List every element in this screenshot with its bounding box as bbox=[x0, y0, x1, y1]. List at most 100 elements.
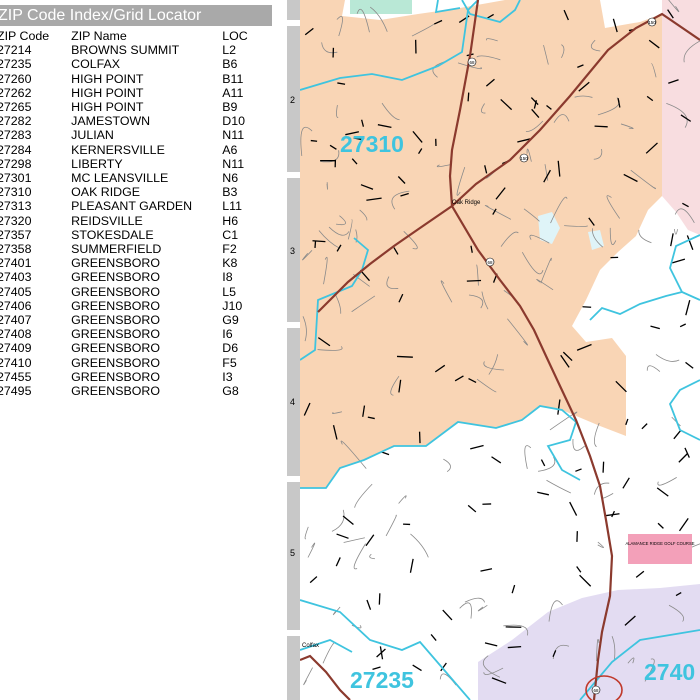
street-name bbox=[466, 279, 482, 282]
index-row: 27403 GREENSBORO I8 bbox=[0, 270, 288, 284]
zip-code-cell: 27358 bbox=[0, 242, 32, 257]
ruler-notch bbox=[287, 20, 300, 26]
grid-loc-cell: F5 bbox=[222, 355, 237, 370]
grid-row-label: 2 bbox=[290, 95, 296, 105]
zip-code-cell: 27214 bbox=[0, 43, 32, 58]
index-row: 27410 GREENSBORO F5 bbox=[0, 356, 288, 370]
zip-name-cell: GREENSBORO bbox=[71, 298, 160, 313]
zip-code-cell: 27235 bbox=[0, 57, 32, 72]
grid-loc-cell: N11 bbox=[222, 128, 245, 143]
street-name bbox=[310, 139, 318, 142]
index-row: 27406 GREENSBORO J10 bbox=[0, 299, 288, 313]
zip-name-cell: GREENSBORO bbox=[71, 284, 160, 299]
index-row: 27298 LIBERTY N11 bbox=[0, 157, 288, 171]
highway-shield-label: 150 bbox=[520, 156, 528, 161]
grid-loc-cell: K8 bbox=[222, 256, 238, 271]
zip-name-cell: GREENSBORO bbox=[71, 313, 160, 328]
map-canvas: ALAMANCE RIDGE GOLF COURSE 68 150 68 150… bbox=[300, 0, 700, 700]
index-title: ZIP Code Index/Grid Locator bbox=[0, 5, 272, 26]
zip-code-cell: 27401 bbox=[0, 256, 32, 271]
grid-loc-cell: N6 bbox=[222, 171, 239, 186]
grid-row-label: 5 bbox=[290, 548, 296, 558]
zip-code-cell: 27260 bbox=[0, 71, 32, 86]
zip-code-cell: 27409 bbox=[0, 341, 32, 356]
zip-code-cell: 27406 bbox=[0, 298, 32, 313]
zip-code-cell: 27408 bbox=[0, 327, 32, 342]
zip-name-cell: BROWNS SUMMIT bbox=[71, 43, 180, 58]
zip-name-cell: HIGH POINT bbox=[71, 71, 144, 86]
zip-name-cell: STOKESDALE bbox=[71, 227, 154, 242]
zip-name-cell: GREENSBORO bbox=[71, 355, 160, 370]
zip-code-cell: 27357 bbox=[0, 227, 32, 242]
highway-shield-label: 68 bbox=[487, 260, 493, 265]
zip-code-cell: 27495 bbox=[0, 384, 32, 399]
index-row: 27313 PLEASANT GARDEN L11 bbox=[0, 199, 288, 213]
zip-code-cell: 27282 bbox=[0, 114, 32, 129]
zip-code-cell: 27262 bbox=[0, 85, 32, 100]
zip-code-cell: 27455 bbox=[0, 369, 32, 384]
zip-name-cell: GREENSBORO bbox=[71, 341, 160, 356]
grid-loc-cell: I6 bbox=[222, 327, 233, 342]
grid-loc-cell: A6 bbox=[222, 142, 238, 157]
grid-loc-cell: I3 bbox=[222, 369, 233, 384]
zip-name-cell: COLFAX bbox=[71, 57, 121, 72]
grid-loc-cell: C1 bbox=[222, 227, 239, 242]
index-row: 27495 GREENSBORO G8 bbox=[0, 384, 288, 398]
grid-loc-cell: L11 bbox=[222, 199, 243, 214]
grid-loc-cell: L5 bbox=[222, 284, 237, 299]
street-name bbox=[378, 593, 381, 605]
street-map[interactable]: ALAMANCE RIDGE GOLF COURSE 68 150 68 150… bbox=[300, 0, 700, 700]
grid-row-label: 3 bbox=[290, 246, 296, 256]
grid-loc-cell: F2 bbox=[222, 242, 237, 257]
zip-name-cell: HIGH POINT bbox=[71, 100, 144, 115]
zip-name-cell: PLEASANT GARDEN bbox=[71, 199, 193, 214]
highway-shield-label: 150 bbox=[648, 20, 656, 25]
grid-loc-cell: N11 bbox=[222, 156, 245, 171]
header-loc: LOC bbox=[222, 29, 248, 43]
index-header-row: ZIP Code ZIP Name LOC bbox=[0, 29, 288, 43]
zip-index-panel: ZIP Code Index/Grid Locator ZIP Code ZIP… bbox=[0, 0, 288, 700]
zip-name-cell: MC LEANSVILLE bbox=[71, 171, 169, 186]
zip-name-cell: REIDSVILLE bbox=[71, 213, 143, 228]
index-row: 27283 JULIAN N11 bbox=[0, 128, 288, 142]
zip-code-cell: 27313 bbox=[0, 199, 32, 214]
zip-label-27405: 2740 bbox=[644, 659, 695, 685]
index-row: 27407 GREENSBORO G9 bbox=[0, 313, 288, 327]
zip-name-cell: JULIAN bbox=[71, 128, 114, 143]
zip-code-cell: 27320 bbox=[0, 213, 32, 228]
street-name bbox=[602, 461, 605, 473]
zip-label-27235: 27235 bbox=[350, 667, 414, 693]
zip-name-cell: GREENSBORO bbox=[71, 384, 160, 399]
place-label-colfax: Colfax bbox=[302, 643, 319, 649]
zip-name-cell: GREENSBORO bbox=[71, 256, 160, 271]
index-row: 27401 GREENSBORO K8 bbox=[0, 256, 288, 270]
street-name bbox=[312, 240, 326, 243]
highway-shield-label: 68 bbox=[469, 60, 475, 65]
index-row: 27358 SUMMERFIELD F2 bbox=[0, 242, 288, 256]
zip-code-cell: 27410 bbox=[0, 355, 32, 370]
street-name bbox=[467, 92, 470, 102]
index-row: 27357 STOKESDALE C1 bbox=[0, 228, 288, 242]
ruler-notch bbox=[287, 630, 300, 636]
zip-name-cell: SUMMERFIELD bbox=[71, 242, 162, 257]
zip-code-cell: 27310 bbox=[0, 185, 32, 200]
index-row: 27214 BROWNS SUMMIT L2 bbox=[0, 43, 288, 57]
zip-name-cell: HIGH POINT bbox=[71, 85, 144, 100]
zip-code-cell: 27284 bbox=[0, 142, 32, 157]
grid-loc-cell: G8 bbox=[222, 384, 239, 399]
zip-label-27310: 27310 bbox=[340, 131, 404, 157]
grid-loc-cell: H6 bbox=[222, 213, 239, 228]
street-name bbox=[314, 240, 317, 249]
header-zip-code: ZIP Code bbox=[0, 29, 50, 43]
index-row: 27455 GREENSBORO I3 bbox=[0, 370, 288, 384]
minor-road bbox=[326, 182, 328, 190]
street-name bbox=[582, 306, 592, 308]
zip-name-cell: GREENSBORO bbox=[71, 270, 160, 285]
grid-loc-cell: A11 bbox=[222, 85, 244, 100]
zip-code-cell: 27283 bbox=[0, 128, 32, 143]
index-row: 27284 KERNERSVILLE A6 bbox=[0, 143, 288, 157]
place-label-oak-ridge: Oak Ridge bbox=[452, 200, 481, 206]
index-row: 27409 GREENSBORO D6 bbox=[0, 341, 288, 355]
index-row: 27235 COLFAX B6 bbox=[0, 57, 288, 71]
grid-loc-cell: B6 bbox=[222, 57, 238, 72]
